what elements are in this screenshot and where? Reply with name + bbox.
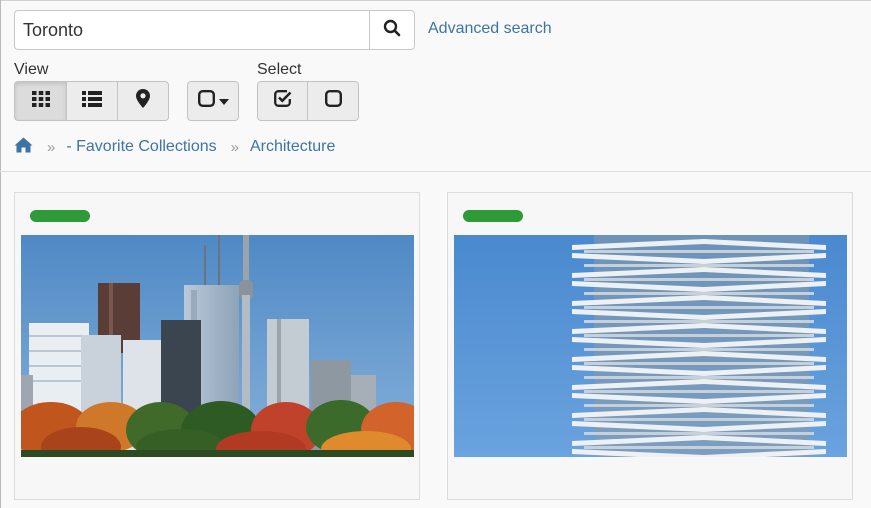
- breadcrumb: » - Favorite Collections » Architecture: [14, 136, 335, 158]
- select-label: Select: [257, 61, 302, 78]
- tower-floor-shadow: [584, 334, 814, 337]
- breadcrumb-separator-icon: »: [47, 138, 56, 156]
- window-left-border: [0, 0, 1, 508]
- map-marker-icon: [136, 89, 150, 113]
- list-view-button[interactable]: [67, 81, 118, 121]
- map-view-button[interactable]: [118, 81, 169, 121]
- list-icon: [82, 90, 102, 112]
- breadcrumb-architecture[interactable]: Architecture: [250, 138, 335, 156]
- tower-floor-shadow: [584, 390, 814, 393]
- tower-floor-shadow: [584, 376, 814, 379]
- tower-floor-shadow: [584, 250, 814, 253]
- checkbox-empty-icon: [324, 90, 342, 112]
- status-pill: [463, 210, 523, 222]
- card-image-residential-tower[interactable]: [454, 235, 847, 457]
- select-all-button[interactable]: [257, 81, 308, 121]
- result-card[interactable]: [14, 192, 420, 500]
- grid-view-button[interactable]: [14, 81, 67, 121]
- advanced-search-link[interactable]: Advanced search: [428, 20, 552, 38]
- home-icon: [14, 137, 33, 157]
- tower-floor-shadow: [584, 432, 814, 435]
- deselect-all-button[interactable]: [308, 81, 359, 121]
- tower-floor-shadow: [584, 306, 814, 309]
- window-top-border: [0, 0, 871, 1]
- tower-floor-shadow: [584, 362, 814, 365]
- tower-floor-shadow: [584, 264, 814, 267]
- view-label: View: [14, 61, 49, 78]
- grid-icon: [31, 90, 50, 112]
- tower-floor-shadow: [584, 404, 814, 407]
- card-image-toronto-skyline[interactable]: [21, 235, 414, 457]
- search-icon: [383, 19, 401, 42]
- caret-down-icon: [218, 92, 229, 110]
- tower-floor-shadow: [584, 292, 814, 295]
- search-input[interactable]: [14, 10, 369, 50]
- selection-dropdown-group: [187, 81, 239, 121]
- tower-floor-shadow: [584, 320, 814, 323]
- checkbox-checked-icon: [273, 90, 292, 112]
- tower-floor-shadow: [584, 348, 814, 351]
- search-button[interactable]: [369, 10, 415, 50]
- tower-floor-shadow: [584, 278, 814, 281]
- checkbox-empty-icon: [197, 90, 215, 112]
- select-button-group: [257, 81, 359, 121]
- header-divider: [0, 171, 871, 172]
- tower-floor-shadow: [584, 418, 814, 421]
- tower-floor-shadow: [584, 446, 814, 449]
- breadcrumb-separator-icon: »: [230, 138, 240, 156]
- view-button-group: [14, 81, 169, 121]
- selection-dropdown-button[interactable]: [187, 81, 239, 121]
- status-pill: [30, 210, 90, 222]
- breadcrumb-favorite-collections[interactable]: - Favorite Collections: [66, 138, 216, 156]
- result-card[interactable]: [447, 192, 853, 500]
- search-group: [14, 10, 415, 50]
- home-link[interactable]: [14, 137, 33, 158]
